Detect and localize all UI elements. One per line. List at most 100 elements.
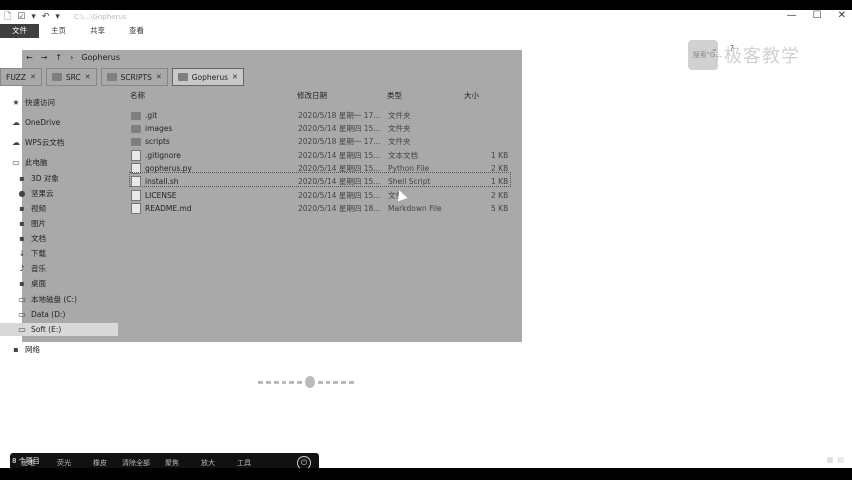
tab-share[interactable]: 共享 (78, 24, 117, 38)
close-button[interactable]: ✕ (838, 10, 846, 21)
folder-tab-scripts[interactable]: SCRIPTS ✕ (100, 68, 168, 86)
sidebar-item-jianguoyun[interactable]: ● 坚果云 (18, 187, 54, 200)
taskbar-item-clear-all[interactable]: 清除全部 (118, 458, 154, 468)
taskbar-item-highlighter[interactable]: 荧光 (46, 458, 82, 468)
file-date: 2020/5/14 星期四 15... (298, 151, 381, 160)
power-icon[interactable]: ⏻ (297, 456, 311, 468)
sidebar-item-network[interactable]: ▪ 网络 (12, 343, 40, 356)
file-type: Shell Script (388, 177, 431, 186)
folder-tab-fuzz[interactable]: FUZZ ✕ (0, 68, 42, 86)
sidebar-item-onedrive[interactable]: ☁ OneDrive (12, 116, 60, 129)
file-type: 文件夹 (388, 137, 411, 146)
file-date: 2020/5/14 星期四 15... (298, 124, 381, 133)
folder-icon (131, 111, 141, 120)
forward-button[interactable]: → (41, 53, 48, 62)
floating-toolbar (258, 376, 354, 388)
toolbar-dot-icon (289, 380, 295, 384)
column-header-date[interactable]: 修改日期 (297, 90, 327, 101)
folder-tab-label: SCRIPTS (120, 72, 152, 82)
sidebar-item-label: 下载 (31, 249, 46, 258)
toolbar-dot-icon (297, 380, 303, 384)
annotation-taskbar: 画笔 荧光 橡皮 清除全部 聚焦 放大 工具 ⏻ (10, 453, 319, 468)
folder-tab-gopherus[interactable]: Gopherus ✕ (171, 68, 244, 86)
up-button[interactable]: ↑ (55, 53, 62, 62)
sidebar-item-desktop[interactable]: ▪ 桌面 (18, 277, 46, 290)
qat-dropdown-icon[interactable]: ▾ (31, 12, 36, 22)
file-icon (131, 190, 141, 201)
sidebar-item-drive-e[interactable]: ▭ Soft (E:) (0, 323, 118, 336)
path-separator-icon: › (70, 52, 74, 62)
properties-icon[interactable]: ☑ (17, 12, 25, 22)
list-view-icon[interactable]: ▤ (837, 456, 844, 464)
sidebar-item-music[interactable]: ♪ 音乐 (18, 262, 46, 275)
sidebar-item-label: 视频 (31, 204, 46, 213)
sidebar-item-label: 坚果云 (31, 189, 54, 198)
details-view-icon[interactable]: ▦ (827, 456, 834, 464)
desktop-icon: ▪ (19, 278, 25, 288)
shell-script-icon (131, 176, 141, 187)
undo-icon[interactable]: ↶ (42, 12, 50, 22)
folder-icon (131, 124, 141, 133)
taskbar-item-spotlight[interactable]: 聚焦 (154, 458, 190, 468)
sidebar-item-wps-cloud[interactable]: ☁ WPS云文档 (12, 136, 64, 149)
file-size: 5 KB (491, 204, 509, 213)
drive-icon: ▭ (18, 324, 26, 334)
maximize-button[interactable]: ☐ (813, 10, 822, 21)
file-type: 文件夹 (388, 111, 411, 120)
file-date: 2020/5/14 星期四 18... (298, 204, 381, 213)
file-date: 2020/5/14 星期四 15... (298, 191, 381, 200)
new-folder-icon[interactable]: 🗋 (4, 10, 11, 25)
app-icon: ● (18, 188, 26, 198)
close-tab-icon[interactable]: ✕ (232, 73, 238, 81)
taskbar-item-eraser[interactable]: 橡皮 (82, 458, 118, 468)
sidebar-item-label: 快速访问 (25, 98, 55, 107)
sidebar-item-downloads[interactable]: ↓ 下载 (18, 247, 46, 260)
minimize-button[interactable]: — (787, 10, 797, 21)
sidebar-item-drive-d[interactable]: ▭ Data (D:) (18, 308, 65, 321)
back-button[interactable]: ← (26, 53, 33, 62)
cloud-icon: ☁ (12, 117, 20, 127)
qat-customize-icon[interactable]: ▾ (55, 12, 60, 22)
sidebar-item-videos[interactable]: ▪ 视频 (18, 202, 46, 215)
taskbar-item-tools[interactable]: 工具 (226, 458, 262, 468)
toolbar-dot-icon (325, 380, 331, 384)
toolbar-dot-icon (333, 380, 339, 384)
close-tab-icon[interactable]: ✕ (85, 73, 91, 81)
window-title: C:\...\Gopherus (73, 13, 127, 21)
close-tab-icon[interactable]: ✕ (156, 73, 162, 81)
column-header-size[interactable]: 大小 (464, 90, 479, 101)
column-header-name[interactable]: 名称 (130, 90, 145, 101)
address-current-folder[interactable]: Gopherus (81, 53, 120, 62)
sidebar-item-label: 3D 对象 (31, 174, 59, 183)
quick-access-toolbar: 🗋 ☑ ▾ ↶ ▾ C:\...\Gopherus (4, 10, 126, 24)
tab-view[interactable]: 查看 (117, 24, 156, 38)
toolbar-dot-icon (281, 380, 287, 384)
folder-tab-label: Gopherus (191, 72, 228, 82)
folder-tab-src[interactable]: SRC ✕ (45, 68, 97, 86)
sidebar-item-this-pc[interactable]: ▭ 此电脑 (12, 156, 47, 169)
sidebar-item-label: 音乐 (31, 264, 46, 273)
tab-home[interactable]: 主页 (39, 24, 78, 38)
sidebar-item-label: 本地磁盘 (C:) (31, 295, 77, 304)
watermark: 极客教学 (688, 38, 828, 72)
file-size: 1 KB (491, 151, 509, 160)
file-name: install.sh (145, 177, 179, 186)
drive-icon: ▭ (18, 294, 26, 304)
close-tab-icon[interactable]: ✕ (30, 73, 36, 81)
sidebar-item-3d-objects[interactable]: ▪ 3D 对象 (18, 172, 59, 185)
sidebar-item-quick-access[interactable]: ★ 快速访问 (12, 96, 55, 109)
toolbar-center-icon[interactable] (305, 376, 315, 388)
taskbar-item-zoom[interactable]: 放大 (190, 458, 226, 468)
sidebar-item-label: 桌面 (31, 279, 46, 288)
folder-tab-label: SRC (65, 72, 81, 82)
file-name: LICENSE (145, 191, 177, 200)
sidebar-item-pictures[interactable]: ▪ 图片 (18, 217, 46, 230)
file-type: Markdown File (388, 204, 442, 213)
watermark-logo-icon (688, 40, 718, 70)
sidebar-item-drive-c[interactable]: ▭ 本地磁盘 (C:) (18, 293, 77, 306)
column-header-type[interactable]: 类型 (387, 90, 402, 101)
sidebar-item-documents[interactable]: ▪ 文档 (18, 232, 46, 245)
top-black-bar (0, 0, 852, 10)
tab-file[interactable]: 文件 (0, 24, 39, 38)
drive-icon: ▭ (18, 309, 26, 319)
